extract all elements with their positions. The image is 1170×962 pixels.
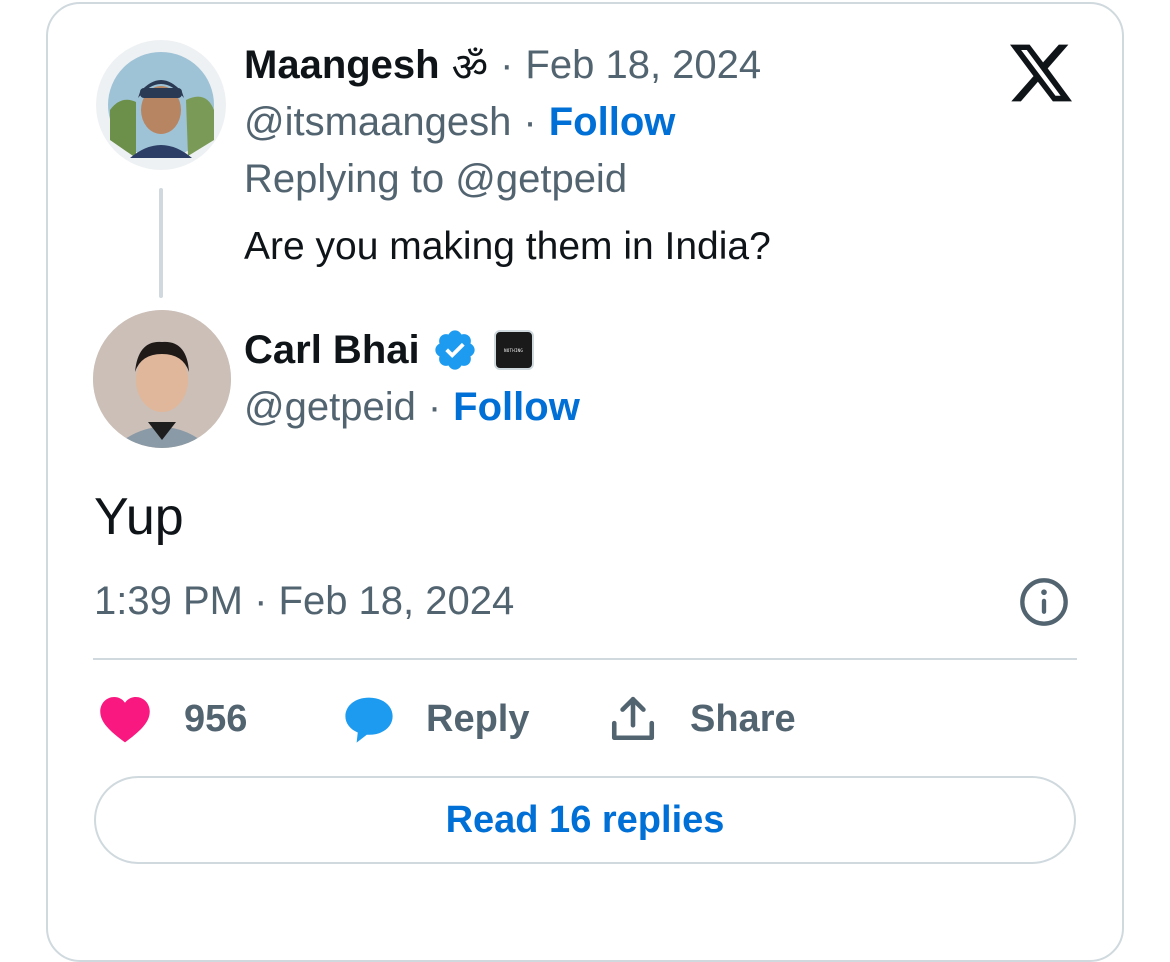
affiliate-badge-text: NOTHING xyxy=(504,347,524,353)
parent-handle-row: @itsmaangesh · Follow xyxy=(244,99,675,145)
divider xyxy=(93,658,1077,660)
follow-carl-bhai-button[interactable]: Follow xyxy=(453,385,580,430)
timestamp-row: 1:39 PM · Feb 18, 2024 xyxy=(94,578,514,624)
thread-connector-line xyxy=(159,188,163,298)
parent-tweet-text-row: Are you making them in India? xyxy=(244,224,771,270)
reply-label: Reply xyxy=(426,697,530,740)
separator-dot: · xyxy=(500,42,514,87)
share-label: Share xyxy=(690,697,796,740)
replying-to-text[interactable]: Replying to @getpeid xyxy=(244,157,627,202)
follow-maangesh-button[interactable]: Follow xyxy=(549,100,676,145)
tweet-timestamp[interactable]: 1:39 PM · Feb 18, 2024 xyxy=(94,579,514,624)
like-count: 956 xyxy=(184,697,248,740)
separator-dot: · xyxy=(523,99,537,144)
main-tweet-text-row: Yup xyxy=(94,486,184,548)
x-logo-icon[interactable] xyxy=(1010,44,1072,102)
avatar-carl-bhai[interactable] xyxy=(93,310,231,448)
read-replies-label: Read 16 replies xyxy=(445,798,725,841)
info-icon[interactable] xyxy=(1018,576,1070,628)
share-icon xyxy=(611,696,655,741)
main-tweet-text: Yup xyxy=(94,488,184,546)
avatar-maangesh[interactable] xyxy=(96,40,226,170)
reply-action[interactable]: Reply xyxy=(342,694,529,744)
verified-badge-icon[interactable] xyxy=(432,327,478,373)
separator-dot: · xyxy=(427,384,442,429)
parent-handle[interactable]: @itsmaangesh xyxy=(244,100,511,145)
parent-author-name[interactable]: Maangesh xyxy=(244,43,440,88)
heart-icon xyxy=(100,696,150,743)
parent-date[interactable]: Feb 18, 2024 xyxy=(525,43,761,88)
parent-tweet-text: Are you making them in India? xyxy=(244,225,771,268)
reply-bubble-icon xyxy=(345,697,393,743)
like-action[interactable]: 956 xyxy=(98,694,247,744)
main-handle[interactable]: @getpeid xyxy=(244,385,416,430)
nothing-logo-icon[interactable]: NOTHING xyxy=(493,330,534,370)
profile-photo xyxy=(93,310,231,448)
share-action[interactable]: Share xyxy=(608,694,796,744)
main-handle-row: @getpeid · Follow xyxy=(244,384,580,430)
main-author-name[interactable]: Carl Bhai xyxy=(244,328,420,373)
parent-header: Maangesh ॐ · Feb 18, 2024 xyxy=(244,42,761,90)
main-header: Carl Bhai NOTHING xyxy=(244,326,534,374)
profile-photo xyxy=(108,52,214,158)
read-replies-button[interactable]: Read 16 replies xyxy=(94,776,1076,864)
replying-to-row: Replying to @getpeid xyxy=(244,156,627,202)
om-emoji: ॐ xyxy=(451,45,489,90)
